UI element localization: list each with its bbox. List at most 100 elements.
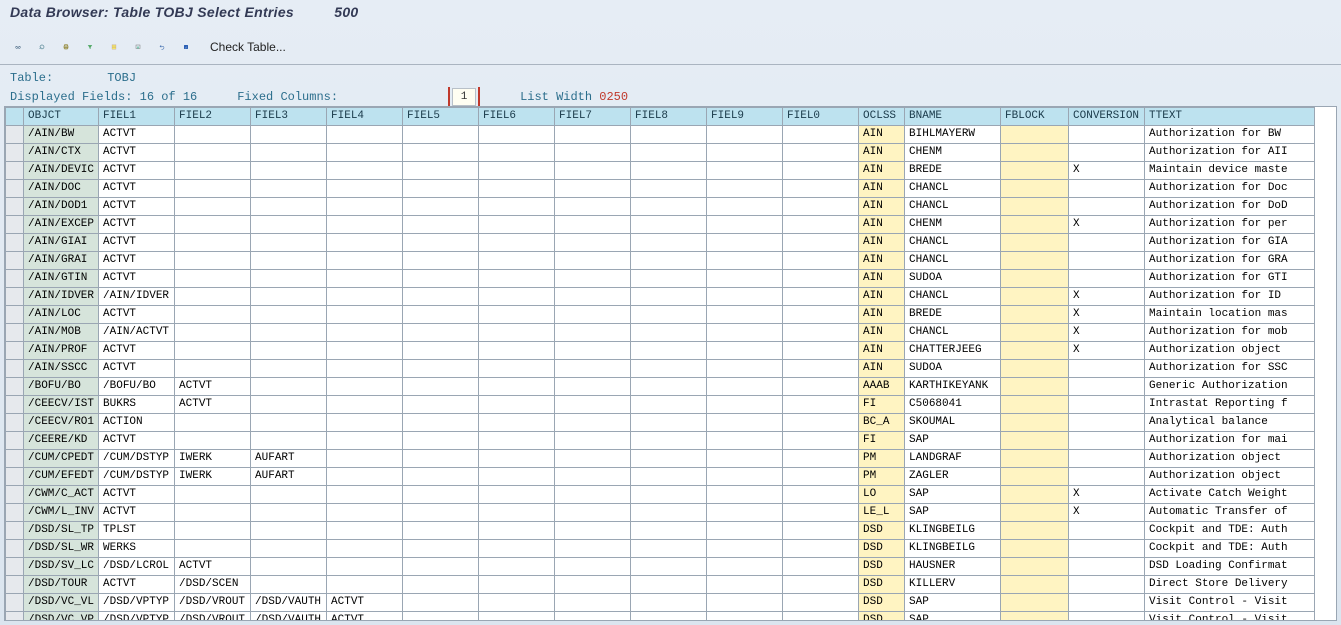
- cell-conversion: X: [1069, 504, 1145, 522]
- table-row[interactable]: /AIN/PROFACTVTAINCHATTERJEEGXAuthorizati…: [6, 342, 1315, 360]
- table-row[interactable]: /CUM/CPEDT/CUM/DSTYPIWERKAUFARTPMLANDGRA…: [6, 450, 1315, 468]
- row-selector[interactable]: [6, 306, 24, 324]
- refresh-icon[interactable]: [32, 37, 52, 57]
- column-header[interactable]: FIEL2: [175, 108, 251, 126]
- table-row[interactable]: /BOFU/BO/BOFU/BOACTVTAAABKARTHIKEYANKGen…: [6, 378, 1315, 396]
- table-row[interactable]: /AIN/DOCACTVTAINCHANCLAuthorization for …: [6, 180, 1315, 198]
- check-table-link[interactable]: Check Table...: [210, 40, 286, 54]
- table-row[interactable]: /DSD/VC_VP/DSD/VPTYP/DSD/VROUT/DSD/VAUTH…: [6, 612, 1315, 621]
- cell-fiel1: /CUM/DSTYP: [99, 468, 175, 486]
- cell-conversion: [1069, 270, 1145, 288]
- row-selector[interactable]: [6, 450, 24, 468]
- column-header[interactable]: FIEL8: [631, 108, 707, 126]
- column-header[interactable]: CONVERSION: [1069, 108, 1145, 126]
- column-header[interactable]: OCLSS: [859, 108, 905, 126]
- row-selector[interactable]: [6, 180, 24, 198]
- table-row[interactable]: /AIN/CTXACTVTAINCHENMAuthorization for A…: [6, 144, 1315, 162]
- cell-fiel5: [403, 360, 479, 378]
- row-selector[interactable]: [6, 522, 24, 540]
- row-selector[interactable]: [6, 234, 24, 252]
- cell-oclss: AIN: [859, 360, 905, 378]
- row-selector[interactable]: [6, 414, 24, 432]
- cell-fiel3: [251, 342, 327, 360]
- table-row[interactable]: /AIN/GIAIACTVTAINCHANCLAuthorization for…: [6, 234, 1315, 252]
- fixed-columns-input[interactable]: [452, 88, 476, 106]
- row-selector[interactable]: [6, 162, 24, 180]
- row-selector[interactable]: [6, 360, 24, 378]
- column-header[interactable]: OBJCT: [24, 108, 99, 126]
- row-selector[interactable]: [6, 288, 24, 306]
- table-row[interactable]: /AIN/IDVER/AIN/IDVERAINCHANCLXAuthorizat…: [6, 288, 1315, 306]
- column-header[interactable]: TTEXT: [1145, 108, 1315, 126]
- table-row[interactable]: /AIN/DEVICACTVTAINBREDEXMaintain device …: [6, 162, 1315, 180]
- cell-fiel7: [555, 216, 631, 234]
- table-row[interactable]: /DSD/SV_LC/DSD/LCROLACTVTDSDHAUSNERDSD L…: [6, 558, 1315, 576]
- row-selector[interactable]: [6, 504, 24, 522]
- row-selector[interactable]: [6, 468, 24, 486]
- row-selector[interactable]: [6, 126, 24, 144]
- row-selector[interactable]: [6, 144, 24, 162]
- row-selector[interactable]: [6, 270, 24, 288]
- column-header[interactable]: FIEL9: [707, 108, 783, 126]
- cell-fiel9: [707, 576, 783, 594]
- row-selector[interactable]: [6, 378, 24, 396]
- table-row[interactable]: /CEECV/RO1ACTIONBC_ASKOUMALAnalytical ba…: [6, 414, 1315, 432]
- column-header[interactable]: FIEL7: [555, 108, 631, 126]
- table-row[interactable]: /CEERE/KDACTVTFISAPAuthorization for mai: [6, 432, 1315, 450]
- table-row[interactable]: /CWM/L_INVACTVTLE_LSAPXAutomatic Transfe…: [6, 504, 1315, 522]
- column-header[interactable]: FBLOCK: [1001, 108, 1069, 126]
- glasses-icon[interactable]: [8, 37, 28, 57]
- undo-icon[interactable]: [152, 37, 172, 57]
- table-row[interactable]: /DSD/SL_TPTPLSTDSDKLINGBEILGCockpit and …: [6, 522, 1315, 540]
- row-selector[interactable]: [6, 324, 24, 342]
- row-selector[interactable]: [6, 342, 24, 360]
- column-header[interactable]: FIEL3: [251, 108, 327, 126]
- row-selector[interactable]: [6, 558, 24, 576]
- row-selector[interactable]: [6, 612, 24, 621]
- table-row[interactable]: /DSD/VC_VL/DSD/VPTYP/DSD/VROUT/DSD/VAUTH…: [6, 594, 1315, 612]
- column-header[interactable]: FIEL0: [783, 108, 859, 126]
- row-selector[interactable]: [6, 198, 24, 216]
- cell-fiel4: [327, 432, 403, 450]
- table-row[interactable]: /AIN/DOD1ACTVTAINCHANCLAuthorization for…: [6, 198, 1315, 216]
- row-selector[interactable]: [6, 252, 24, 270]
- table-row[interactable]: /CUM/EFEDT/CUM/DSTYPIWERKAUFARTPMZAGLERA…: [6, 468, 1315, 486]
- column-header[interactable]: FIEL4: [327, 108, 403, 126]
- cell-fiel4: [327, 450, 403, 468]
- row-selector[interactable]: [6, 486, 24, 504]
- cell-fiel9: [707, 504, 783, 522]
- table-row[interactable]: /AIN/GRAIACTVTAINCHANCLAuthorization for…: [6, 252, 1315, 270]
- filter-icon[interactable]: [80, 37, 100, 57]
- table-row[interactable]: /AIN/SSCCACTVTAINSUDOAAuthorization for …: [6, 360, 1315, 378]
- cell-fiel1: ACTVT: [99, 162, 175, 180]
- print-icon[interactable]: [56, 37, 76, 57]
- column-header[interactable]: FIEL5: [403, 108, 479, 126]
- cell-fiel7: [555, 252, 631, 270]
- row-selector[interactable]: [6, 216, 24, 234]
- column-header[interactable]: FIEL1: [99, 108, 175, 126]
- info-icon[interactable]: i: [176, 37, 196, 57]
- cell-fiel0: [783, 126, 859, 144]
- table-row[interactable]: /AIN/GTINACTVTAINSUDOAAuthorization for …: [6, 270, 1315, 288]
- row-selector[interactable]: [6, 594, 24, 612]
- table-row[interactable]: /CWM/C_ACTACTVTLOSAPXActivate Catch Weig…: [6, 486, 1315, 504]
- table-row[interactable]: /AIN/BWACTVTAINBIHLMAYERWAuthorization f…: [6, 126, 1315, 144]
- cell-conversion: [1069, 612, 1145, 621]
- column-header[interactable]: FIEL6: [479, 108, 555, 126]
- table-row[interactable]: /AIN/EXCEPACTVTAINCHENMXAuthorization fo…: [6, 216, 1315, 234]
- table-row[interactable]: /CEECV/ISTBUKRSACTVTFIC5068041Intrastat …: [6, 396, 1315, 414]
- export-icon[interactable]: [128, 37, 148, 57]
- column-header[interactable]: BNAME: [905, 108, 1001, 126]
- row-selector[interactable]: [6, 396, 24, 414]
- cell-oclss: AIN: [859, 288, 905, 306]
- sheet-icon[interactable]: [104, 37, 124, 57]
- row-selector[interactable]: [6, 576, 24, 594]
- table-row[interactable]: /DSD/SL_WRWERKSDSDKLINGBEILGCockpit and …: [6, 540, 1315, 558]
- column-header[interactable]: [6, 108, 24, 126]
- table-row[interactable]: /AIN/MOB/AIN/ACTVTAINCHANCLXAuthorizatio…: [6, 324, 1315, 342]
- table-row[interactable]: /AIN/LOCACTVTAINBREDEXMaintain location …: [6, 306, 1315, 324]
- table-scroll[interactable]: OBJCTFIEL1FIEL2FIEL3FIEL4FIEL5FIEL6FIEL7…: [5, 107, 1336, 620]
- row-selector[interactable]: [6, 540, 24, 558]
- row-selector[interactable]: [6, 432, 24, 450]
- table-row[interactable]: /DSD/TOURACTVT/DSD/SCENDSDKILLERVDirect …: [6, 576, 1315, 594]
